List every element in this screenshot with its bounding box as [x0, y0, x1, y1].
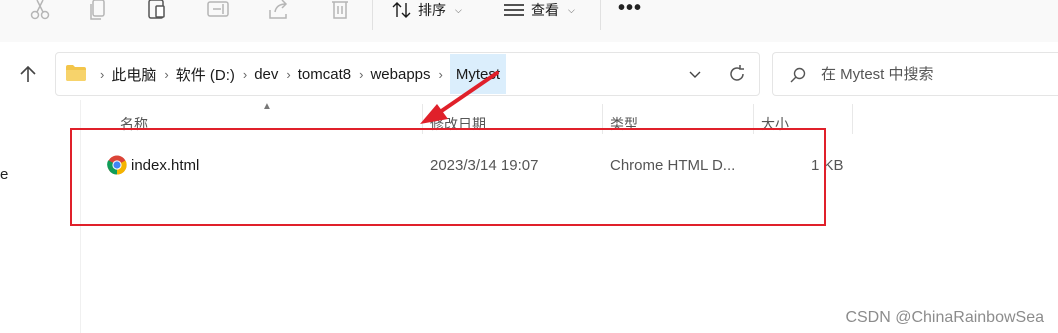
- cut-icon[interactable]: [26, 0, 54, 22]
- sort-button[interactable]: 排序 ⌵: [392, 0, 462, 20]
- view-icon: [504, 4, 524, 16]
- search-input[interactable]: [821, 61, 1041, 87]
- toolbar-divider: [372, 0, 373, 30]
- search-icon: [789, 66, 807, 84]
- address-bar[interactable]: › 此电脑 › 软件 (D:) › dev › tomcat8 › webapp…: [55, 52, 760, 96]
- up-arrow-icon[interactable]: [16, 62, 40, 86]
- view-label: 查看: [531, 2, 559, 18]
- chevron-down-icon: ⌵: [455, 4, 462, 15]
- watermark: CSDN @ChinaRainbowSea: [845, 309, 1044, 326]
- sort-label: 排序: [418, 2, 446, 18]
- column-divider[interactable]: [852, 104, 853, 134]
- breadcrumb-separator: ›: [359, 66, 364, 82]
- sort-icon: [392, 2, 411, 18]
- rename-icon[interactable]: [205, 0, 233, 22]
- breadcrumb-separator: ›: [438, 66, 443, 82]
- command-bar: 排序 ⌵ 查看 ⌵ •••: [0, 0, 1058, 42]
- breadcrumb-webapps[interactable]: webapps: [370, 66, 430, 83]
- breadcrumb: › 此电脑 › 软件 (D:) › dev › tomcat8 › webapp…: [92, 53, 507, 95]
- copy-icon[interactable]: [86, 0, 114, 22]
- breadcrumb-current[interactable]: Mytest: [449, 54, 507, 94]
- breadcrumb-separator: ›: [164, 66, 169, 82]
- breadcrumb-drive-d[interactable]: 软件 (D:): [176, 64, 235, 85]
- folder-icon: [66, 65, 86, 81]
- view-button[interactable]: 查看 ⌵: [503, 0, 575, 20]
- nav-pane-text: e: [0, 166, 9, 183]
- breadcrumb-this-pc[interactable]: 此电脑: [111, 64, 156, 85]
- delete-icon[interactable]: [326, 0, 354, 22]
- search-box[interactable]: [772, 52, 1058, 96]
- more-options-button[interactable]: •••: [618, 0, 642, 18]
- breadcrumb-tomcat8[interactable]: tomcat8: [298, 66, 351, 83]
- refresh-icon[interactable]: [727, 64, 747, 84]
- paste-icon[interactable]: [145, 0, 173, 22]
- sort-ascending-icon: ▲: [262, 101, 272, 112]
- breadcrumb-dev[interactable]: dev: [254, 66, 278, 83]
- chevron-down-icon[interactable]: [688, 67, 702, 81]
- highlight-box: [70, 128, 826, 226]
- toolbar-divider: [600, 0, 601, 30]
- breadcrumb-separator: ›: [286, 66, 291, 82]
- share-icon[interactable]: [266, 0, 294, 22]
- chevron-down-icon: ⌵: [568, 4, 575, 15]
- breadcrumb-separator: ›: [100, 66, 105, 82]
- breadcrumb-separator: ›: [242, 66, 248, 82]
